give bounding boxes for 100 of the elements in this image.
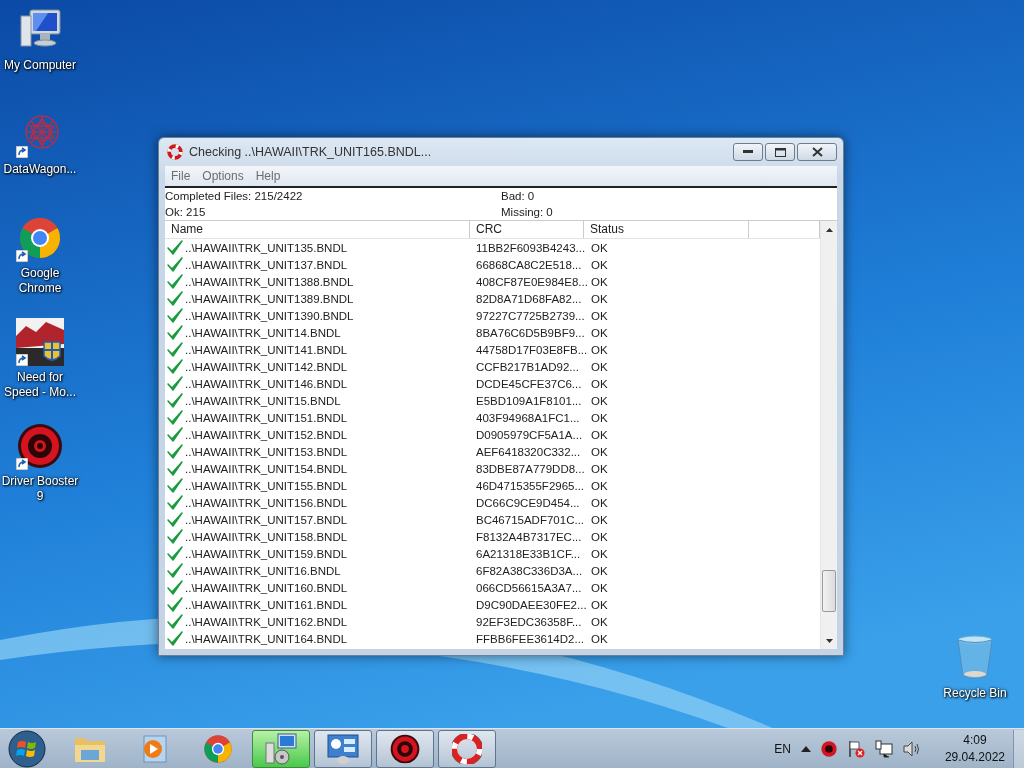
maximize-button[interactable] <box>765 143 795 161</box>
column-header[interactable]: Status <box>584 221 749 238</box>
status-cell-text: OK <box>590 377 609 390</box>
crc-cell-text: 44758D17F03E8FB... <box>475 343 584 356</box>
status-cell-text: OK <box>590 360 609 373</box>
checkmark-icon <box>167 529 183 544</box>
file-name-cell: ..\HAWAII\TRK_UNIT1389.BNDL <box>185 292 354 305</box>
checkmark-icon <box>167 376 183 391</box>
status-cell-text: OK <box>590 292 609 305</box>
status-cell-text: OK <box>590 581 609 594</box>
checkmark-icon <box>167 410 183 425</box>
bad-count-label: Bad: 0 <box>501 190 536 202</box>
minimize-icon <box>743 150 753 154</box>
scroll-down-icon[interactable] <box>825 638 833 643</box>
checkmark-icon <box>167 597 183 612</box>
checkmark-icon <box>167 291 183 306</box>
checkmark-icon <box>167 495 183 510</box>
checkmark-icon <box>167 342 183 357</box>
crc-cell-text: 46D4715355F2965... <box>475 479 584 492</box>
crc-cell-text: 83DBE87A779DD8... <box>475 462 584 475</box>
minimize-button[interactable] <box>733 143 763 161</box>
crc-cell-text: CCFB217B1AD92... <box>475 360 580 373</box>
crc-cell-text: 97227C7725B2739... <box>475 309 584 322</box>
file-name-cell: ..\HAWAII\TRK_UNIT159.BNDL <box>185 547 348 560</box>
desktop-icon-label[interactable]: Google Chrome <box>0 266 80 296</box>
checkmark-icon <box>167 512 183 527</box>
desktop-icon-label[interactable]: Driver Booster 9 <box>0 474 80 504</box>
gear-icon[interactable] <box>820 740 837 757</box>
chrome-icon <box>18 216 62 260</box>
window-title: Checking ..\HAWAII\TRK_UNIT165.BNDL... <box>189 145 433 159</box>
checkmark-icon <box>167 631 183 646</box>
status-cell-text: OK <box>590 394 609 407</box>
checkmark-icon <box>167 240 183 255</box>
column-header[interactable]: CRC <box>470 221 584 238</box>
lifebuoy-icon <box>167 144 183 160</box>
file-name-cell: ..\HAWAII\TRK_UNIT152.BNDL <box>185 428 348 441</box>
desktop-icon-label[interactable]: My Computer <box>4 58 76 73</box>
file-name-cell: ..\HAWAII\TRK_UNIT1390.BNDL <box>185 309 354 322</box>
status-cell-text: OK <box>590 428 609 441</box>
file-name-cell: ..\HAWAII\TRK_UNIT155.BNDL <box>185 479 348 492</box>
missing-count-label: Missing: 0 <box>501 206 554 218</box>
checkmark-icon <box>167 325 183 340</box>
show-hidden-icons-icon[interactable] <box>800 745 811 752</box>
status-cell-text: OK <box>590 462 609 475</box>
scrollbar[interactable] <box>820 221 837 649</box>
crc-cell-text: 066CD56615A3A7... <box>475 581 583 594</box>
clock-date: 29.04.2022 <box>944 748 1005 766</box>
network-icon[interactable] <box>874 739 893 758</box>
desktop-icon-label[interactable]: DataWagon... <box>3 162 77 177</box>
crc-cell-text: FFBB6FEE3614D2... <box>475 632 584 645</box>
crc-cell-text: 11BB2F6093B4243... <box>475 241 584 254</box>
menu-item[interactable]: File <box>165 169 197 183</box>
crc-cell-text: 6F82A38C336D3A... <box>475 564 584 577</box>
menu-item[interactable]: Help <box>249 169 287 183</box>
scroll-thumb[interactable] <box>822 570 836 612</box>
start-button[interactable] <box>8 729 46 768</box>
control-panel-icon <box>326 732 360 765</box>
status-cell-text: OK <box>590 309 609 322</box>
crc-cell-text: AEF6418320C332... <box>475 445 582 458</box>
status-cell-text: OK <box>590 632 609 645</box>
file-name-cell: ..\HAWAII\TRK_UNIT157.BNDL <box>185 513 348 526</box>
status-cell-text: OK <box>590 258 609 271</box>
speaker-icon[interactable] <box>902 740 921 757</box>
file-name-cell: ..\HAWAII\TRK_UNIT142.BNDL <box>185 360 348 373</box>
crc-cell-text: 92EF3EDC36358F... <box>475 615 583 628</box>
status-cell-text: OK <box>590 547 609 560</box>
status-cell-text: OK <box>590 343 609 356</box>
menu-item[interactable]: Options <box>196 169 250 183</box>
chrome-icon <box>203 733 233 764</box>
file-name-cell: ..\HAWAII\TRK_UNIT15.BNDL <box>185 394 341 407</box>
status-cell-text: OK <box>590 241 609 254</box>
taskbar-button[interactable] <box>376 729 434 768</box>
crc-cell-text: 82D8A71D68FA82... <box>475 292 583 305</box>
checkmark-icon <box>167 427 183 442</box>
close-button[interactable] <box>797 143 837 161</box>
crc-cell-text: 66868CA8C2E518... <box>475 258 583 271</box>
column-header[interactable]: Name <box>165 221 470 238</box>
crc-cell-text: E5BD109A1F8101... <box>475 394 583 407</box>
checkmark-icon <box>167 257 183 272</box>
checkmark-icon <box>167 393 183 408</box>
clock[interactable]: 4:09 29.04.2022 <box>944 731 1005 766</box>
checkmark-icon <box>167 614 183 629</box>
file-name-cell: ..\HAWAII\TRK_UNIT164.BNDL <box>185 632 348 645</box>
file-name-cell: ..\HAWAII\TRK_UNIT16.BNDL <box>185 564 341 577</box>
status-cell-text: OK <box>590 479 609 492</box>
file-name-cell: ..\HAWAII\TRK_UNIT14.BNDL <box>185 326 341 339</box>
status-cell-text: OK <box>590 411 609 424</box>
status-cell-text: OK <box>590 326 609 339</box>
status-cell-text: OK <box>590 275 609 288</box>
file-name-cell: ..\HAWAII\TRK_UNIT156.BNDL <box>185 496 348 509</box>
scroll-up-icon[interactable] <box>825 227 833 232</box>
checkmark-icon <box>167 563 183 578</box>
status-cell-text: OK <box>590 564 609 577</box>
desktop-icon-label[interactable]: Need for Speed - Mo... <box>0 370 80 400</box>
checkmark-icon <box>167 461 183 476</box>
language-indicator[interactable]: EN <box>774 741 791 756</box>
file-name-cell: ..\HAWAII\TRK_UNIT162.BNDL <box>185 615 348 628</box>
lifebuoy-icon <box>452 733 482 764</box>
flag-icon[interactable] <box>846 739 865 758</box>
crc-cell-text: D0905979CF5A1A... <box>475 428 584 441</box>
